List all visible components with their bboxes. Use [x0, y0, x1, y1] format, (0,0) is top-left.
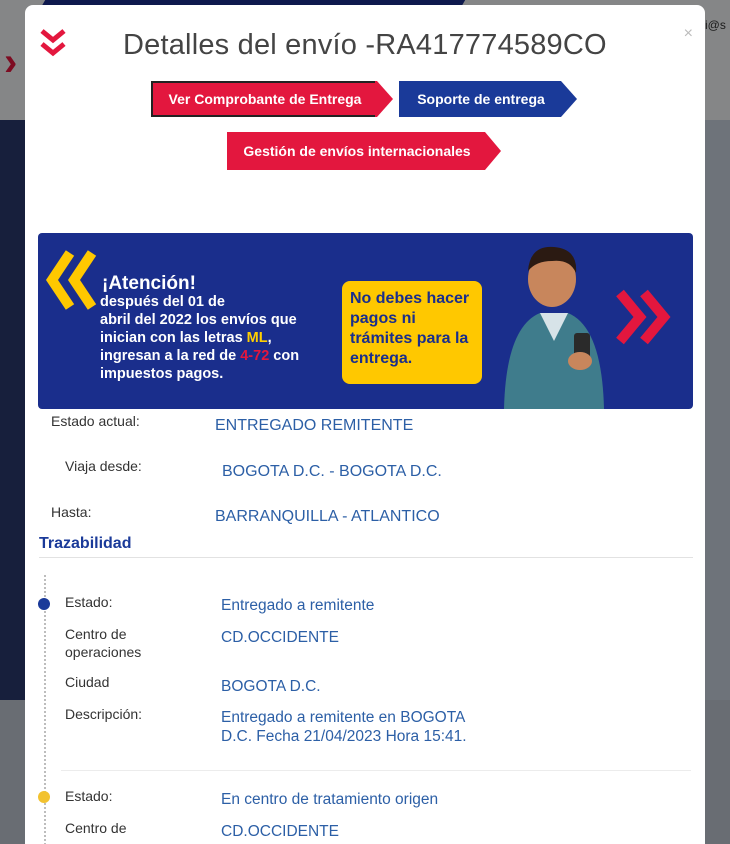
- international-shipments-button[interactable]: Gestión de envíos internacionales: [227, 132, 501, 170]
- banner-text-part: ,: [267, 330, 272, 346]
- no-payments-notice: No debes hacer pagos ni trámites para la…: [342, 281, 482, 384]
- double-chevron-left-icon: [45, 250, 97, 310]
- timeline-dot: [38, 791, 50, 803]
- attention-banner: ¡Atención! después del 01 de abril del 2…: [38, 233, 693, 409]
- event-estado-label: Estado:: [65, 788, 113, 804]
- hasta-label: Hasta:: [51, 504, 92, 520]
- event-centro-label-line: Centro de: [65, 626, 127, 642]
- banner-line: ingresan a la red de 4-72 con: [100, 347, 340, 365]
- event-centro-label: Centro de operaciones: [65, 625, 141, 661]
- brand-chevron-icon: [40, 29, 66, 57]
- modal-title: Detalles del envío -RA417774589CO: [123, 29, 607, 61]
- event-centro-value: CD.OCCIDENTE: [221, 629, 339, 646]
- estado-actual-value: ENTREGADO REMITENTE: [215, 417, 414, 434]
- event-centro-value: CD.OCCIDENTE: [221, 823, 339, 840]
- banner-text-part: con: [269, 348, 300, 364]
- person-with-phone-illustration: [504, 246, 604, 409]
- section-divider: [39, 557, 693, 558]
- shipment-details-modal: Detalles del envío -RA417774589CO × Ver …: [25, 5, 705, 844]
- banner-line: impuestos pagos.: [100, 366, 224, 382]
- event-centro-label: Centro de: [65, 820, 127, 836]
- event-ciudad-label: Ciudad: [65, 674, 110, 690]
- banner-line: inician con las letras ML,: [100, 329, 340, 347]
- trazabilidad-title: Trazabilidad: [39, 535, 132, 552]
- highlight-472: 4-72: [240, 348, 270, 364]
- event-estado-label: Estado:: [65, 594, 113, 610]
- banner-text: después del 01 de abril del 2022 los env…: [100, 293, 340, 383]
- timeline-dot: [38, 598, 50, 610]
- event-divider: [61, 770, 691, 771]
- viaja-desde-value: BOGOTA D.C. - BOGOTA D.C.: [222, 463, 442, 480]
- double-chevron-right-icon: [616, 289, 671, 345]
- timeline-line: [44, 575, 46, 844]
- event-estado-value: Entregado a remitente: [221, 597, 375, 614]
- view-delivery-receipt-button[interactable]: Ver Comprobante de Entrega: [151, 81, 393, 117]
- estado-actual-label: Estado actual:: [51, 413, 140, 429]
- banner-text-part: ingresan a la red de: [100, 348, 241, 364]
- event-centro-label-line: operaciones: [65, 644, 142, 660]
- banner-text-part: inician con las letras: [100, 330, 247, 346]
- event-estado-value: En centro de tratamiento origen: [221, 791, 439, 808]
- hasta-value: BARRANQUILLA - ATLANTICO: [215, 508, 440, 525]
- event-descripcion-label: Descripción:: [65, 706, 143, 722]
- close-icon[interactable]: ×: [684, 25, 693, 43]
- event-ciudad-value: BOGOTA D.C.: [221, 678, 321, 695]
- banner-line: abril del 2022 los envíos que: [100, 312, 297, 328]
- viaja-desde-label: Viaja desde:: [65, 458, 142, 474]
- banner-heading: ¡Atención!: [102, 273, 196, 294]
- delivery-support-button[interactable]: Soporte de entrega: [399, 81, 577, 117]
- event-descripcion-value: Entregado a remitente en BOGOTA D.C. Fec…: [221, 709, 467, 745]
- banner-line: después del 01 de: [100, 294, 225, 310]
- highlight-ml: ML: [246, 330, 268, 346]
